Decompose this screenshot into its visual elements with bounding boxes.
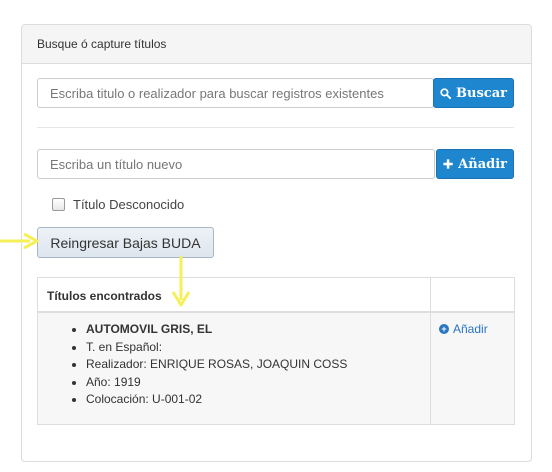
- result-details-cell: AUTOMOVIL GRIS, EL T. en Español: Realiz…: [38, 313, 431, 424]
- unknown-title-checkbox[interactable]: [52, 198, 65, 211]
- results-header-action: [431, 278, 514, 311]
- table-row: AUTOMOVIL GRIS, EL T. en Español: Realiz…: [38, 313, 514, 424]
- result-details-list: AUTOMOVIL GRIS, EL T. en Español: Realiz…: [38, 321, 430, 409]
- results-header-title: Títulos encontrados: [38, 278, 431, 311]
- result-add-label: Añadir: [453, 322, 488, 336]
- unknown-title-label: Título Desconocido: [73, 197, 185, 212]
- add-title-button-label: Añadir: [458, 156, 507, 172]
- plus-circle-icon: +: [439, 324, 449, 334]
- result-spanish-title: T. en Español:: [86, 339, 430, 357]
- results-table: Títulos encontrados AUTOMOVIL GRIS, EL T…: [37, 277, 515, 425]
- search-input[interactable]: [37, 78, 434, 108]
- results-table-header: Títulos encontrados: [38, 278, 514, 313]
- search-button[interactable]: Buscar: [433, 78, 514, 108]
- add-title-button[interactable]: Añadir: [436, 149, 514, 179]
- search-button-label: Buscar: [456, 85, 507, 101]
- panel-heading: Busque ó capture títulos: [22, 25, 531, 64]
- reingresar-button-label: Reingresar Bajas BUDA: [50, 234, 201, 251]
- result-add-link[interactable]: + Añadir: [439, 322, 514, 336]
- reingresar-bajas-buda-button[interactable]: Reingresar Bajas BUDA: [37, 227, 214, 258]
- result-title: AUTOMOVIL GRIS, EL: [86, 321, 430, 339]
- result-location: Colocación: U-001-02: [86, 391, 430, 409]
- result-year: Año: 1919: [86, 374, 430, 392]
- divider: [37, 127, 514, 128]
- annotation-arrow-down-icon: [171, 256, 191, 307]
- result-director: Realizador: ENRIQUE ROSAS, JOAQUIN COSS: [86, 356, 430, 374]
- search-icon: [440, 87, 452, 99]
- plus-icon: [443, 159, 453, 169]
- new-title-input[interactable]: [37, 149, 435, 179]
- unknown-title-option[interactable]: Título Desconocido: [52, 197, 184, 212]
- result-action-cell: + Añadir: [431, 313, 514, 424]
- annotation-arrow-right-icon: [0, 232, 39, 250]
